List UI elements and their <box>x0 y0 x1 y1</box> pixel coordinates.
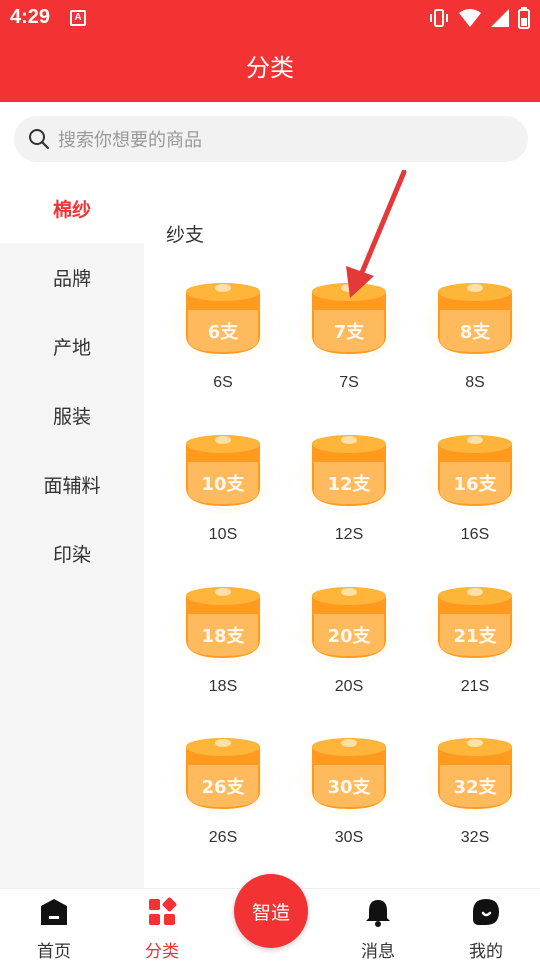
spool-label: 7支 <box>333 322 365 343</box>
signal-icon <box>491 9 509 27</box>
search-bar[interactable]: 搜索你想要的商品 <box>14 116 528 162</box>
product-item[interactable]: 21支 21S <box>420 578 530 718</box>
battery-icon <box>518 7 530 29</box>
sidebar-item-origin[interactable]: 产地 <box>0 312 144 381</box>
product-item[interactable]: 6支 6S <box>168 274 278 414</box>
product-item[interactable]: 12支 12S <box>294 426 404 566</box>
tab-home[interactable]: 首页 <box>0 889 108 962</box>
search-placeholder: 搜索你想要的商品 <box>58 130 202 151</box>
vibrate-icon <box>430 9 448 27</box>
tab-profile[interactable]: 我的 <box>432 889 540 962</box>
product-item[interactable]: 30支 30S <box>294 729 404 869</box>
tab-label: 消息 <box>361 942 395 962</box>
search-icon <box>29 129 50 150</box>
sidebar-item-label: 产地 <box>52 337 91 359</box>
product-item[interactable]: 26支 26S <box>168 729 278 869</box>
spool-label: 16支 <box>453 474 497 495</box>
sidebar-item-brand[interactable]: 品牌 <box>0 243 144 312</box>
sidebar-item-label: 印染 <box>52 544 91 566</box>
product-label: 7S <box>339 374 359 391</box>
sidebar-item-label: 面辅料 <box>43 475 101 497</box>
bell-icon <box>366 900 390 927</box>
product-label: 8S <box>465 374 485 391</box>
product-item[interactable]: 8支 8S <box>420 274 530 414</box>
category-icon <box>149 897 177 925</box>
section-title: 纱支 <box>166 224 205 246</box>
tab-messages[interactable]: 消息 <box>324 889 432 962</box>
product-item[interactable]: 7支 7S <box>294 274 404 414</box>
spool-label: 26支 <box>201 777 245 798</box>
spool-label: 12支 <box>327 474 371 495</box>
spool-label: 30支 <box>327 777 371 798</box>
search-container: 搜索你想要的商品 <box>0 102 540 174</box>
spool-label: 18支 <box>201 626 245 647</box>
wifi-icon <box>459 9 481 27</box>
product-item[interactable]: 10支 10S <box>168 426 278 566</box>
page-title: 分类 <box>246 54 294 82</box>
tab-label: 分类 <box>145 942 179 962</box>
category-sidebar: 棉纱 品牌 产地 服装 面辅料 印染 <box>0 174 144 888</box>
profile-icon <box>473 899 499 925</box>
tab-label: 我的 <box>469 942 503 962</box>
product-label: 6S <box>213 374 233 391</box>
sidebar-item-label: 品牌 <box>52 268 91 290</box>
status-time: 4:29 <box>10 6 51 28</box>
sidebar-item-label: 棉纱 <box>52 199 91 221</box>
notification-icon: A <box>70 10 86 26</box>
page-header: 分类 <box>0 36 540 102</box>
smart-manufacture-button[interactable]: 智造 <box>234 874 308 948</box>
sidebar-item-label: 服装 <box>52 406 91 428</box>
sidebar-item-apparel[interactable]: 服装 <box>0 381 144 450</box>
tab-category[interactable]: 分类 <box>108 889 216 962</box>
product-label: 21S <box>460 678 490 695</box>
status-icons <box>428 6 530 30</box>
sidebar-item-cotton-yarn[interactable]: 棉纱 <box>0 174 144 243</box>
product-label: 12S <box>334 526 364 543</box>
product-label: 16S <box>460 526 490 543</box>
spool-label: 20支 <box>327 626 371 647</box>
product-item[interactable]: 32支 32S <box>420 729 530 869</box>
sidebar-item-dyeing[interactable]: 印染 <box>0 519 144 588</box>
spool-label: 8支 <box>459 322 491 343</box>
tab-label: 首页 <box>37 942 71 962</box>
product-item[interactable]: 20支 20S <box>294 578 404 718</box>
product-label: 26S <box>208 829 238 846</box>
product-label: 30S <box>334 829 364 846</box>
product-label: 32S <box>460 829 490 846</box>
product-item[interactable]: 18支 18S <box>168 578 278 718</box>
category-content: 纱支 6支 6S 7支 7S 8支 8S 10支 10S 12支 12S 16支… <box>144 174 540 888</box>
product-label: 20S <box>334 678 364 695</box>
spool-label: 6支 <box>207 322 239 343</box>
product-item[interactable]: 16支 16S <box>420 426 530 566</box>
spool-label: 32支 <box>453 777 497 798</box>
spool-label: 21支 <box>453 626 497 647</box>
spool-label: 10支 <box>201 474 245 495</box>
product-label: 18S <box>208 678 238 695</box>
product-label: 10S <box>208 526 238 543</box>
sidebar-item-fabrics[interactable]: 面辅料 <box>0 450 144 519</box>
status-bar: 4:29 A <box>0 0 540 36</box>
home-icon <box>41 899 67 925</box>
